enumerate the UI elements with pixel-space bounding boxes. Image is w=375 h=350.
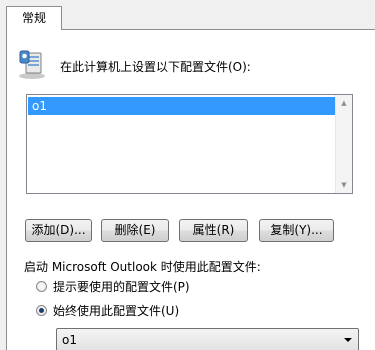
copy-profile-button[interactable]: 复制(Y)... [259, 219, 334, 242]
profile-list-scrollbar[interactable]: ▲ ▼ [335, 95, 352, 193]
always-profile-label[interactable]: 始终使用此配置文件(U) [53, 304, 179, 318]
tab-general[interactable]: 常规 [6, 6, 62, 30]
properties-button[interactable]: 属性(R) [179, 219, 248, 242]
profile-list[interactable]: o1 ▲ ▼ [26, 94, 353, 194]
add-profile-button[interactable]: 添加(D)... [25, 219, 92, 242]
scroll-up-icon[interactable]: ▲ [336, 95, 352, 111]
remove-profile-button[interactable]: 删除(E) [101, 219, 169, 242]
prompt-profile-radio[interactable] [36, 281, 47, 292]
always-profile-radio[interactable] [36, 305, 47, 316]
mail-profiles-dialog: 常规 在此计算机上设置以下配置文件(O): o1 ▲ ▼ 添加(D)... 删除… [0, 0, 375, 350]
scroll-down-icon[interactable]: ▼ [336, 177, 352, 193]
profile-list-item-o1[interactable]: o1 [28, 97, 335, 115]
always-profile-value: o1 [62, 333, 77, 347]
always-profile-select[interactable]: o1 [56, 328, 359, 350]
prompt-profile-label[interactable]: 提示要使用的配置文件(P) [53, 280, 190, 294]
tab-general-label: 常规 [21, 11, 46, 25]
profiles-heading: 在此计算机上设置以下配置文件(O): [60, 60, 251, 74]
prompt-profile-radio-row[interactable]: 提示要使用的配置文件(P) [36, 278, 190, 295]
startup-label: 启动 Microsoft Outlook 时使用此配置文件: [24, 260, 261, 274]
always-profile-radio-row[interactable]: 始终使用此配置文件(U) [36, 302, 179, 319]
profile-icon [19, 50, 45, 79]
chevron-down-icon[interactable] [344, 338, 352, 342]
